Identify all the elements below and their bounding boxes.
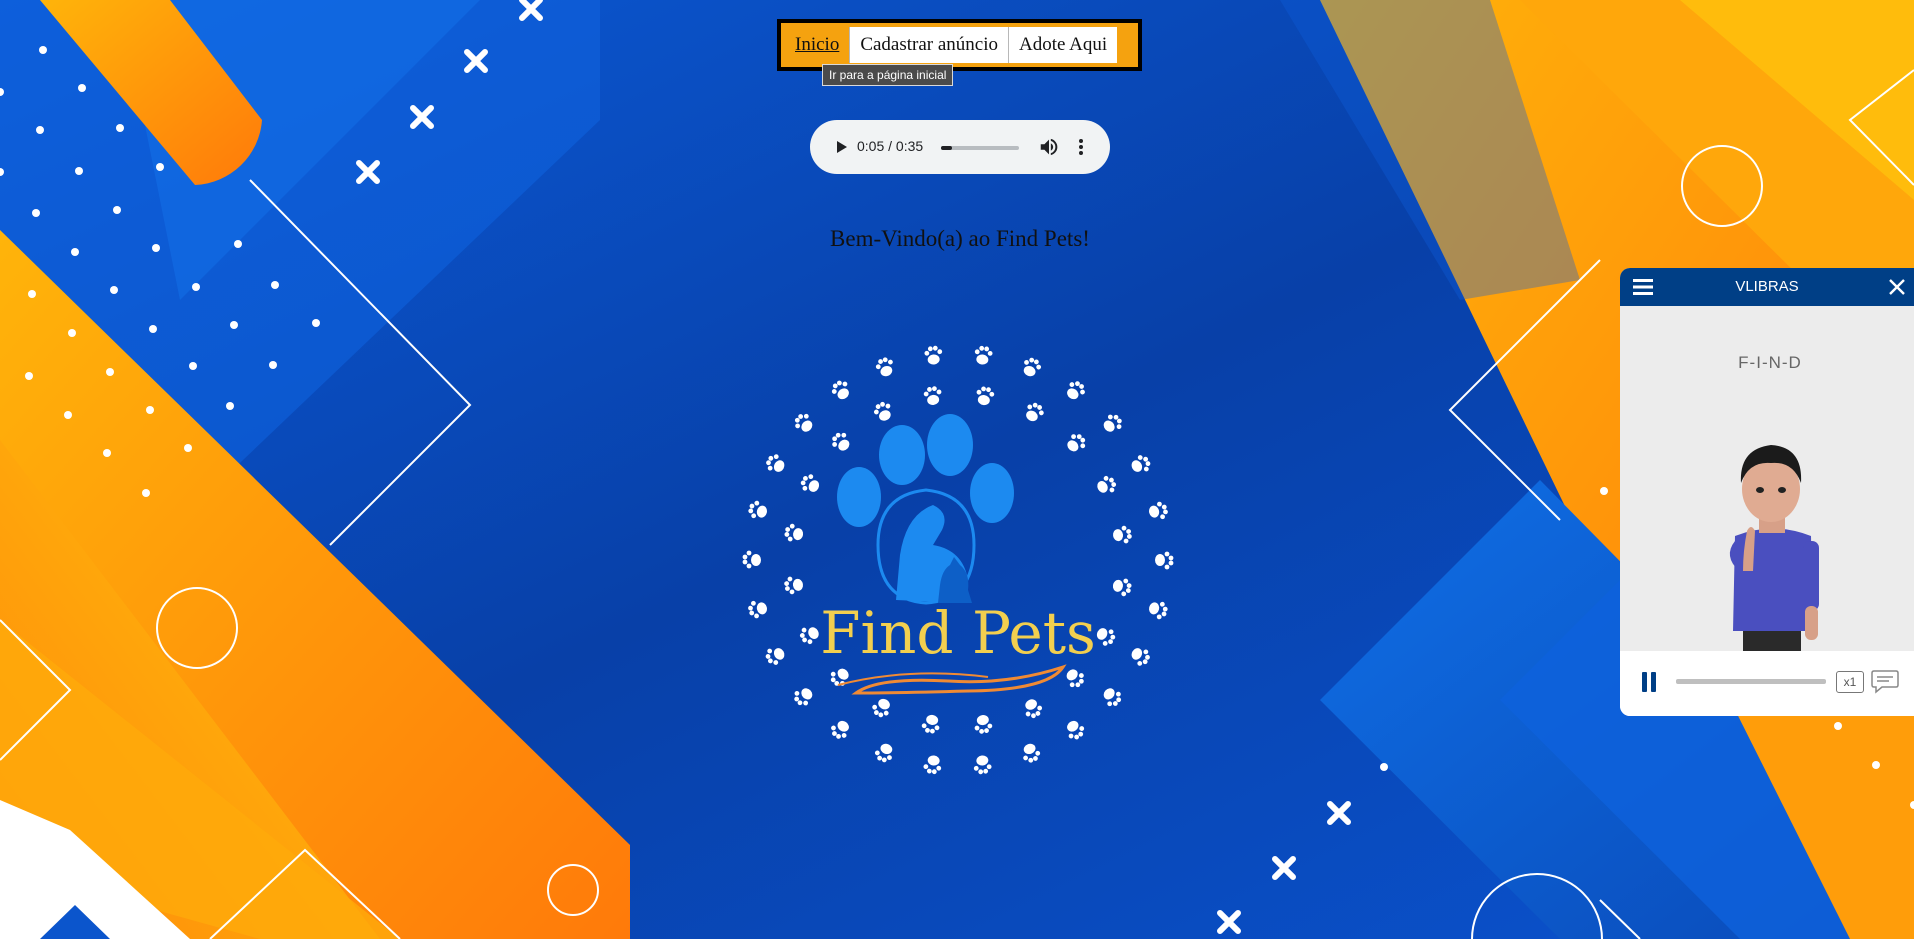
vlibras-spelled-word: F-I-N-D (1738, 353, 1802, 372)
small-paw-icon (1113, 525, 1132, 544)
small-paw-icon (784, 576, 803, 595)
vlibras-title: VLIBRAS (1735, 278, 1799, 295)
small-paw-icon (1067, 720, 1085, 740)
small-paw-icon (742, 550, 761, 569)
small-paw-icon (1103, 688, 1122, 707)
nav-item-cadastrar-anuncio[interactable]: Cadastrar anúncio (850, 27, 1010, 63)
small-paw-icon (1131, 648, 1150, 666)
small-paw-icon (766, 454, 785, 472)
nav-inner: Inicio Cadastrar anúncio Adote Aqui (781, 23, 1138, 67)
small-paw-icon (873, 401, 891, 421)
small-paw-icon (784, 523, 804, 542)
subtitles-icon[interactable] (1870, 667, 1900, 695)
find-pets-logo: Find Pets (742, 345, 1174, 775)
small-paw-icon (1155, 551, 1174, 570)
small-paw-icon (1067, 381, 1085, 400)
small-paw-icon (921, 714, 940, 734)
small-paw-icon (800, 474, 820, 492)
small-paw-icon (830, 668, 849, 686)
vlibras-controls: x1 (1620, 651, 1914, 716)
small-paw-icon (924, 345, 943, 365)
big-paw-icon (837, 414, 1014, 605)
small-paw-icon (923, 386, 942, 405)
small-paw-icon (1023, 743, 1041, 763)
small-paw-icon (874, 743, 893, 763)
vlibras-header: VLIBRAS (1620, 268, 1914, 306)
small-paw-icon (1096, 628, 1116, 646)
small-paw-icon (974, 715, 993, 734)
small-paw-icon (794, 688, 813, 706)
small-paw-icon (1066, 669, 1084, 688)
small-paw-icon (748, 600, 767, 619)
vlibras-widget: VLIBRAS F-I-N-D x1 (1620, 268, 1914, 716)
nav-item-inicio[interactable]: Inicio (785, 27, 851, 63)
small-paw-icon (1112, 578, 1132, 597)
small-paw-icon (974, 345, 993, 365)
small-paw-icon (1131, 455, 1151, 472)
nav-item-adote-aqui[interactable]: Adote Aqui (1009, 27, 1118, 63)
close-icon[interactable] (1887, 277, 1907, 297)
play-icon[interactable] (832, 138, 850, 156)
audio-seek-progress (941, 146, 953, 150)
small-paw-icon (1026, 402, 1044, 422)
small-paw-icon (831, 380, 849, 400)
small-paw-icon (1025, 699, 1043, 719)
logo-underline (851, 664, 1067, 695)
small-paw-icon (973, 755, 992, 775)
small-paw-icon (765, 648, 785, 665)
welcome-heading: Bem-Vindo(a) ao Find Pets! (830, 226, 1090, 251)
speed-button[interactable]: x1 (1836, 671, 1864, 693)
logo-text: Find Pets (820, 599, 1096, 667)
small-paw-icon (875, 357, 893, 377)
small-paw-icon (1023, 357, 1042, 377)
small-paw-icon (831, 720, 849, 739)
small-paw-icon (976, 386, 995, 406)
more-options-icon[interactable] (1076, 136, 1086, 158)
vlibras-stage: F-I-N-D (1620, 306, 1914, 693)
vlibras-progress-bar[interactable] (1676, 679, 1826, 684)
small-paw-icon (923, 755, 942, 775)
audio-time: 0:05 / 0:35 (857, 138, 924, 154)
small-paw-icon (794, 413, 813, 432)
small-paw-icon (872, 698, 890, 718)
small-paw-icon (1103, 414, 1122, 432)
small-paw-icon (832, 432, 850, 451)
small-paw-icon (1097, 475, 1117, 493)
audio-seek-bar[interactable] (941, 146, 1019, 150)
volume-icon[interactable] (1038, 136, 1060, 158)
small-paw-icon (799, 627, 819, 645)
nav-tooltip: Ir para a página inicial (822, 64, 954, 86)
audio-player: 0:05 / 0:35 (810, 120, 1110, 174)
small-paw-icon (748, 500, 767, 519)
small-paw-icon (1067, 434, 1086, 452)
small-paw-icon (1149, 601, 1168, 620)
small-paw-icon (1149, 501, 1168, 520)
pause-icon[interactable] (1641, 671, 1657, 693)
